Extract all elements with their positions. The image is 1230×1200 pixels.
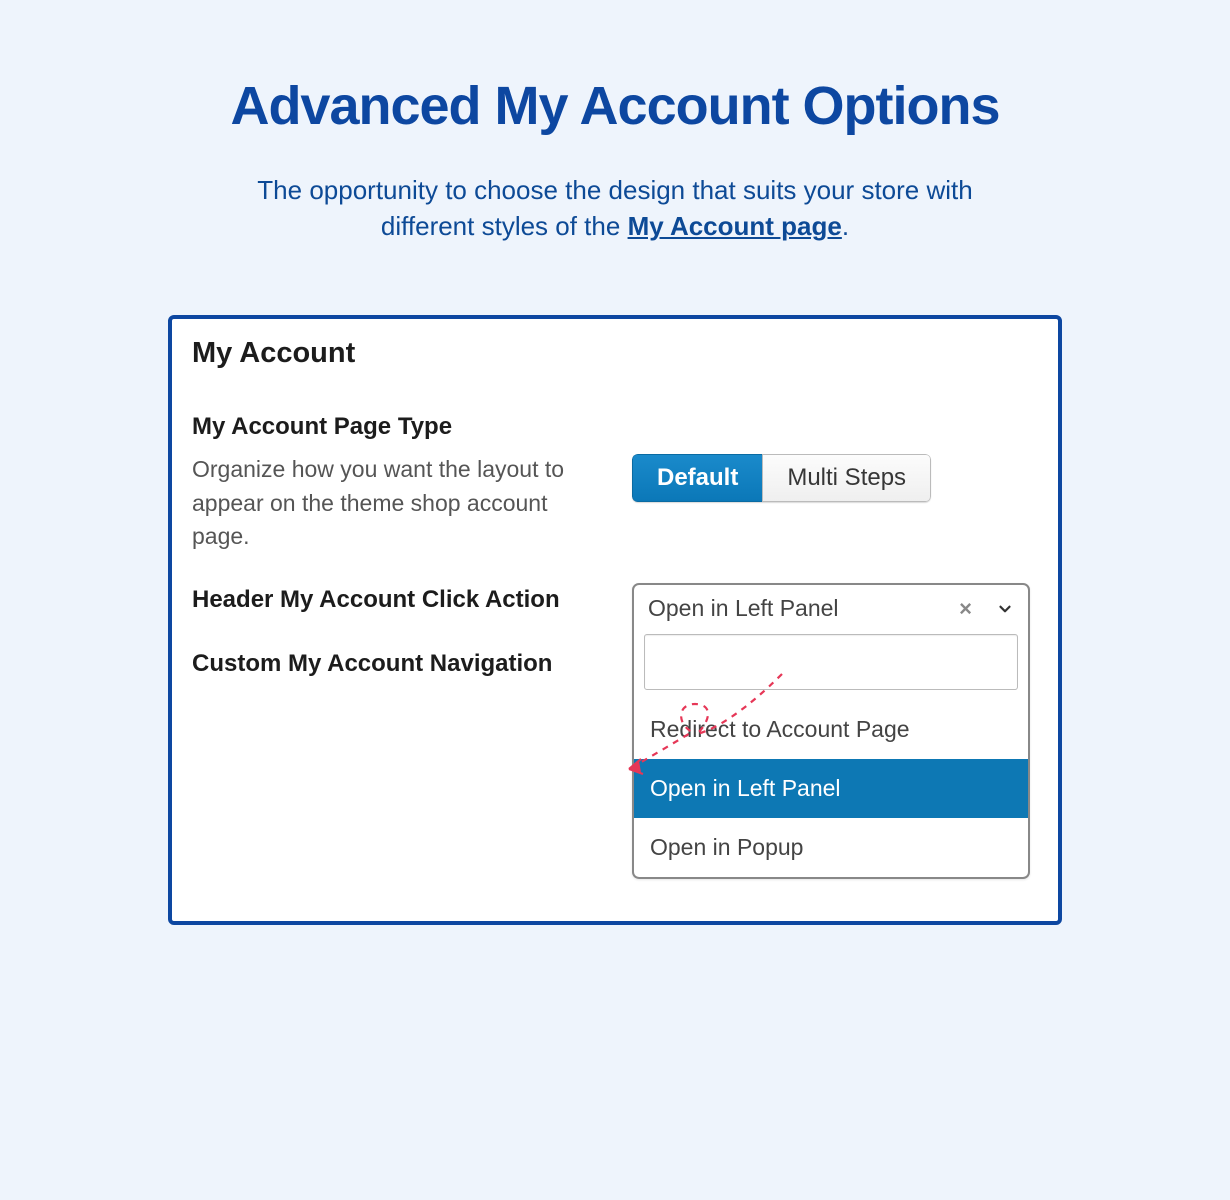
chevron-down-icon[interactable] bbox=[986, 600, 1014, 618]
clear-icon[interactable]: × bbox=[945, 596, 986, 622]
page-title: Advanced My Account Options bbox=[0, 75, 1230, 137]
subtitle-text: The opportunity to choose the design tha… bbox=[257, 175, 972, 241]
dropdown-option-left-panel[interactable]: Open in Left Panel bbox=[634, 759, 1028, 818]
panel-title: My Account bbox=[192, 337, 1038, 370]
page-type-option-multisteps[interactable]: Multi Steps bbox=[762, 454, 931, 502]
settings-panel: My Account My Account Page Type Organize… bbox=[168, 315, 1062, 925]
page-type-description: Organize how you want the layout to appe… bbox=[192, 453, 602, 553]
click-action-label: Header My Account Click Action bbox=[192, 583, 602, 617]
page-type-label: My Account Page Type bbox=[192, 410, 602, 444]
dropdown-header[interactable]: Open in Left Panel × bbox=[634, 585, 1028, 632]
page-type-option-default[interactable]: Default bbox=[632, 454, 762, 502]
click-action-dropdown[interactable]: Open in Left Panel × Redirect to Account… bbox=[632, 583, 1030, 879]
dropdown-option-redirect[interactable]: Redirect to Account Page bbox=[634, 700, 1028, 759]
dropdown-search-input[interactable] bbox=[644, 634, 1018, 690]
dropdown-selected-label: Open in Left Panel bbox=[648, 595, 945, 622]
page-subtitle: The opportunity to choose the design tha… bbox=[245, 172, 985, 245]
custom-nav-label: Custom My Account Navigation bbox=[192, 647, 602, 681]
subtitle-post: . bbox=[842, 211, 849, 241]
page-type-segmented: Default Multi Steps bbox=[632, 454, 931, 502]
my-account-page-link[interactable]: My Account page bbox=[628, 211, 842, 241]
dropdown-option-popup[interactable]: Open in Popup bbox=[634, 818, 1028, 877]
